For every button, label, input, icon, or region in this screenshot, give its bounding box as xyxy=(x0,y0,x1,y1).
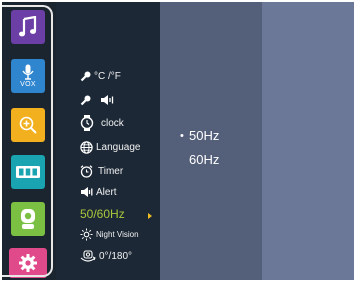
wrench-icon xyxy=(80,95,91,106)
menu-item-label: clock xyxy=(101,117,124,129)
menu-item-key-tone[interactable] xyxy=(80,92,117,108)
rail-item-settings[interactable] xyxy=(9,248,47,278)
menu-item-alert[interactable]: Alert xyxy=(80,184,117,200)
right-panel xyxy=(262,2,354,280)
microphone-icon xyxy=(22,64,34,80)
menu-item-label: Night Vision xyxy=(96,229,139,239)
option-50hz[interactable]: • 50Hz xyxy=(180,128,219,143)
zoom-in-icon xyxy=(19,116,37,134)
wrench-icon xyxy=(80,71,91,82)
speaker-icon xyxy=(100,95,114,105)
rail-item-vox[interactable]: VOX xyxy=(11,59,45,93)
selected-arrow-icon xyxy=(148,213,152,219)
menu-item-label: Alert xyxy=(96,186,117,198)
settings-menu: °C /°F clock Language Timer Alert 50/60H… xyxy=(56,2,160,280)
menu-item-frequency[interactable]: 50/60Hz xyxy=(80,206,125,222)
menu-item-temperature-unit[interactable]: °C /°F xyxy=(80,68,121,84)
vox-label: VOX xyxy=(20,81,36,88)
selected-marker: • xyxy=(180,129,184,142)
rotate-icon xyxy=(80,249,96,263)
menu-item-night-vision[interactable]: Night Vision xyxy=(80,226,139,242)
option-60hz[interactable]: 60Hz xyxy=(180,152,219,167)
menu-item-label: Timer xyxy=(98,165,124,177)
menu-item-rotation[interactable]: 0°/180° xyxy=(80,248,132,264)
side-rail: VOX xyxy=(2,2,56,280)
globe-icon xyxy=(80,140,93,154)
menu-item-label: 50/60Hz xyxy=(80,207,125,221)
device-screen: VOX °C /°F clock Language Timer Alert 50… xyxy=(2,2,354,280)
menu-item-clock[interactable]: clock xyxy=(80,115,124,131)
menu-item-label: 0°/180° xyxy=(99,250,133,262)
menu-item-label: °C /°F xyxy=(94,70,121,82)
sun-icon xyxy=(80,228,93,241)
menu-item-timer[interactable]: Timer xyxy=(80,163,123,179)
option-label: 50Hz xyxy=(189,128,220,143)
watch-icon xyxy=(80,115,94,131)
rail-item-baby-unit[interactable] xyxy=(11,202,45,236)
gear-icon xyxy=(19,254,37,272)
rail-item-zoom[interactable] xyxy=(11,108,45,142)
options-panel: • 50Hz 60Hz xyxy=(160,2,262,280)
alarm-clock-icon xyxy=(80,164,93,178)
rail-item-camera[interactable] xyxy=(11,155,45,189)
music-note-icon xyxy=(19,16,37,37)
menu-item-label: Language xyxy=(96,141,141,153)
camera-list-icon xyxy=(16,166,40,178)
baby-camera-icon xyxy=(21,209,35,229)
menu-item-language[interactable]: Language xyxy=(80,139,141,155)
rail-item-music[interactable] xyxy=(11,10,45,44)
speaker-icon xyxy=(80,187,93,197)
option-label: 60Hz xyxy=(189,152,220,167)
